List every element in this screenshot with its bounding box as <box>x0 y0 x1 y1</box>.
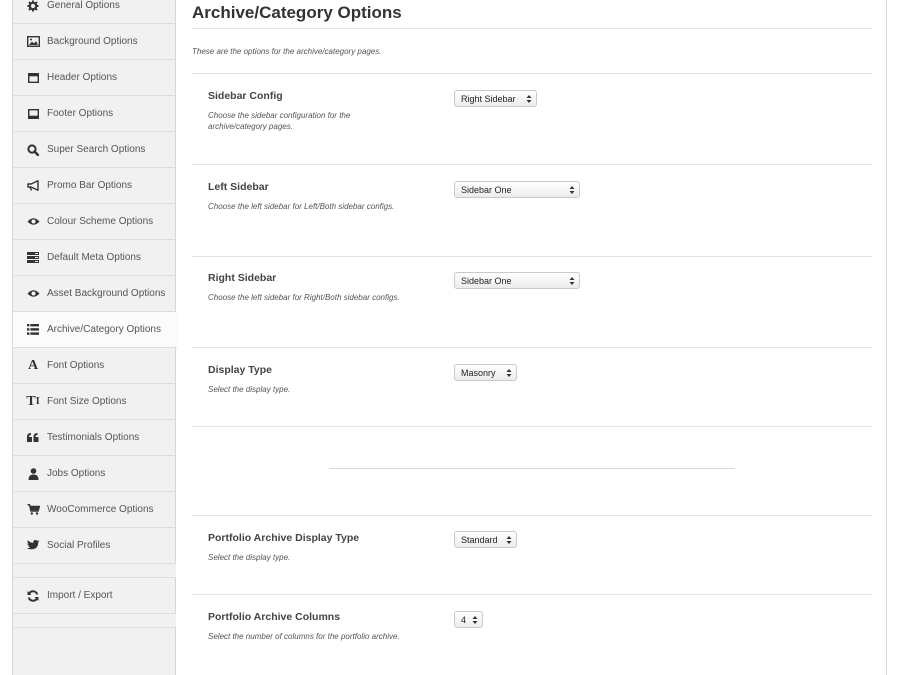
display-type-select[interactable]: Masonry <box>454 364 517 381</box>
sidebar-item-label: Promo Bar Options <box>47 180 133 191</box>
options-panel: General Options Background Options Heade… <box>12 0 887 675</box>
sidebar-item-super-search[interactable]: Super Search Options <box>13 132 176 168</box>
sidebar-item-general[interactable]: General Options <box>13 0 176 24</box>
divider <box>192 256 872 257</box>
option-description: Choose the left sidebar for Left/Both si… <box>208 202 395 211</box>
option-description: Select the display type. <box>208 385 291 394</box>
sidebar-item-woocommerce[interactable]: WooCommerce Options <box>13 492 176 528</box>
right-sidebar-select[interactable]: Sidebar One <box>454 272 580 289</box>
meta-icon <box>25 251 41 265</box>
divider <box>192 164 872 165</box>
font-icon: A <box>27 357 39 373</box>
refresh-icon <box>25 589 41 603</box>
sidebar-item-label: WooCommerce Options <box>47 504 154 515</box>
search-icon <box>25 143 41 157</box>
options-sidebar: General Options Background Options Heade… <box>13 0 177 675</box>
option-title: Right Sidebar <box>208 272 277 284</box>
option-description: Choose the left sidebar for Right/Both s… <box>208 293 400 302</box>
footer-icon <box>25 107 41 121</box>
option-description: Select the number of columns for the por… <box>208 632 400 641</box>
select-value: Masonry <box>461 367 496 378</box>
bullhorn-icon <box>25 179 41 193</box>
select-value: Sidebar One <box>461 275 512 286</box>
divider <box>192 347 872 348</box>
section-divider <box>329 468 735 469</box>
updown-arrows-icon <box>472 616 478 624</box>
select-value: Standard <box>461 534 498 545</box>
sidebar-item-default-meta[interactable]: Default Meta Options <box>13 240 176 276</box>
option-title: Sidebar Config <box>208 90 283 102</box>
page-title: Archive/Category Options <box>192 3 402 22</box>
updown-arrows-icon <box>506 536 512 544</box>
left-sidebar-select[interactable]: Sidebar One <box>454 181 580 198</box>
sidebar-item-label: Super Search Options <box>47 144 146 155</box>
divider <box>192 426 872 427</box>
sidebar-item-label: Import / Export <box>47 590 113 601</box>
select-value: 4 <box>461 614 467 625</box>
quote-icon <box>25 431 41 445</box>
sidebar-item-font[interactable]: A Font Options <box>13 348 176 384</box>
sidebar-item-label: Asset Background Options <box>47 288 166 299</box>
sidebar-item-promo-bar[interactable]: Promo Bar Options <box>13 168 176 204</box>
option-description: Choose the sidebar configuration for the… <box>208 111 351 131</box>
image-icon <box>25 35 41 49</box>
sidebar-item-label: Footer Options <box>47 108 114 119</box>
sidebar-config-select[interactable]: Right Sidebar <box>454 90 537 107</box>
sidebar-separator <box>13 564 176 578</box>
option-title: Display Type <box>208 364 272 376</box>
sidebar-item-jobs[interactable]: Jobs Options <box>13 456 176 492</box>
sidebar-item-asset-background[interactable]: Asset Background Options <box>13 276 176 312</box>
sidebar-item-label: Font Size Options <box>47 396 127 407</box>
option-title: Portfolio Archive Display Type <box>208 532 360 544</box>
option-title: Portfolio Archive Columns <box>208 611 341 623</box>
sidebar-item-background[interactable]: Background Options <box>13 24 176 60</box>
sidebar-item-label: Colour Scheme Options <box>47 216 154 227</box>
sidebar-item-colour-scheme[interactable]: Colour Scheme Options <box>13 204 176 240</box>
sidebar-item-label: Background Options <box>47 36 138 47</box>
user-icon <box>25 467 41 481</box>
header-icon <box>25 71 41 85</box>
sidebar-item-social-profiles[interactable]: Social Profiles <box>13 528 176 564</box>
sidebar-item-import-export[interactable]: Import / Export <box>13 578 176 614</box>
divider <box>192 594 872 595</box>
sidebar-item-label: Font Options <box>47 360 105 371</box>
cart-icon <box>25 503 41 517</box>
option-description: Select the display type. <box>208 553 291 562</box>
portfolio-columns-select[interactable]: 4 <box>454 611 483 628</box>
main-content: Archive/Category Options These are the o… <box>192 0 872 675</box>
select-value: Sidebar One <box>461 184 512 195</box>
sidebar-item-testimonials[interactable]: Testimonials Options <box>13 420 176 456</box>
divider <box>192 73 872 74</box>
page-description: These are the options for the archive/ca… <box>192 47 382 56</box>
sidebar-item-header[interactable]: Header Options <box>13 60 176 96</box>
sidebar-item-font-size[interactable]: TI Font Size Options <box>13 384 176 420</box>
eye-icon <box>25 215 41 229</box>
portfolio-display-type-select[interactable]: Standard <box>454 531 517 548</box>
updown-arrows-icon <box>569 186 575 194</box>
sidebar-item-label: Testimonials Options <box>47 432 140 443</box>
twitter-icon <box>25 539 41 553</box>
select-value: Right Sidebar <box>461 93 516 104</box>
eye-icon <box>25 287 41 301</box>
sidebar-item-footer[interactable]: Footer Options <box>13 96 176 132</box>
sidebar-item-label: General Options <box>47 0 120 11</box>
sidebar-item-label: Archive/Category Options <box>47 324 161 335</box>
sidebar-item-label: Social Profiles <box>47 540 111 551</box>
updown-arrows-icon <box>569 277 575 285</box>
sidebar-separator <box>13 614 176 628</box>
sidebar-item-label: Header Options <box>47 72 118 83</box>
updown-arrows-icon <box>526 95 532 103</box>
gear-icon <box>25 0 41 13</box>
option-title: Left Sidebar <box>208 181 269 193</box>
divider <box>192 28 872 29</box>
sidebar-item-label: Jobs Options <box>47 468 106 479</box>
sidebar-item-archive-category[interactable]: Archive/Category Options <box>13 312 177 348</box>
list-icon <box>25 323 41 337</box>
updown-arrows-icon <box>506 369 512 377</box>
divider <box>192 515 872 516</box>
text-height-icon: TI <box>26 393 40 409</box>
sidebar-item-label: Default Meta Options <box>47 252 141 263</box>
